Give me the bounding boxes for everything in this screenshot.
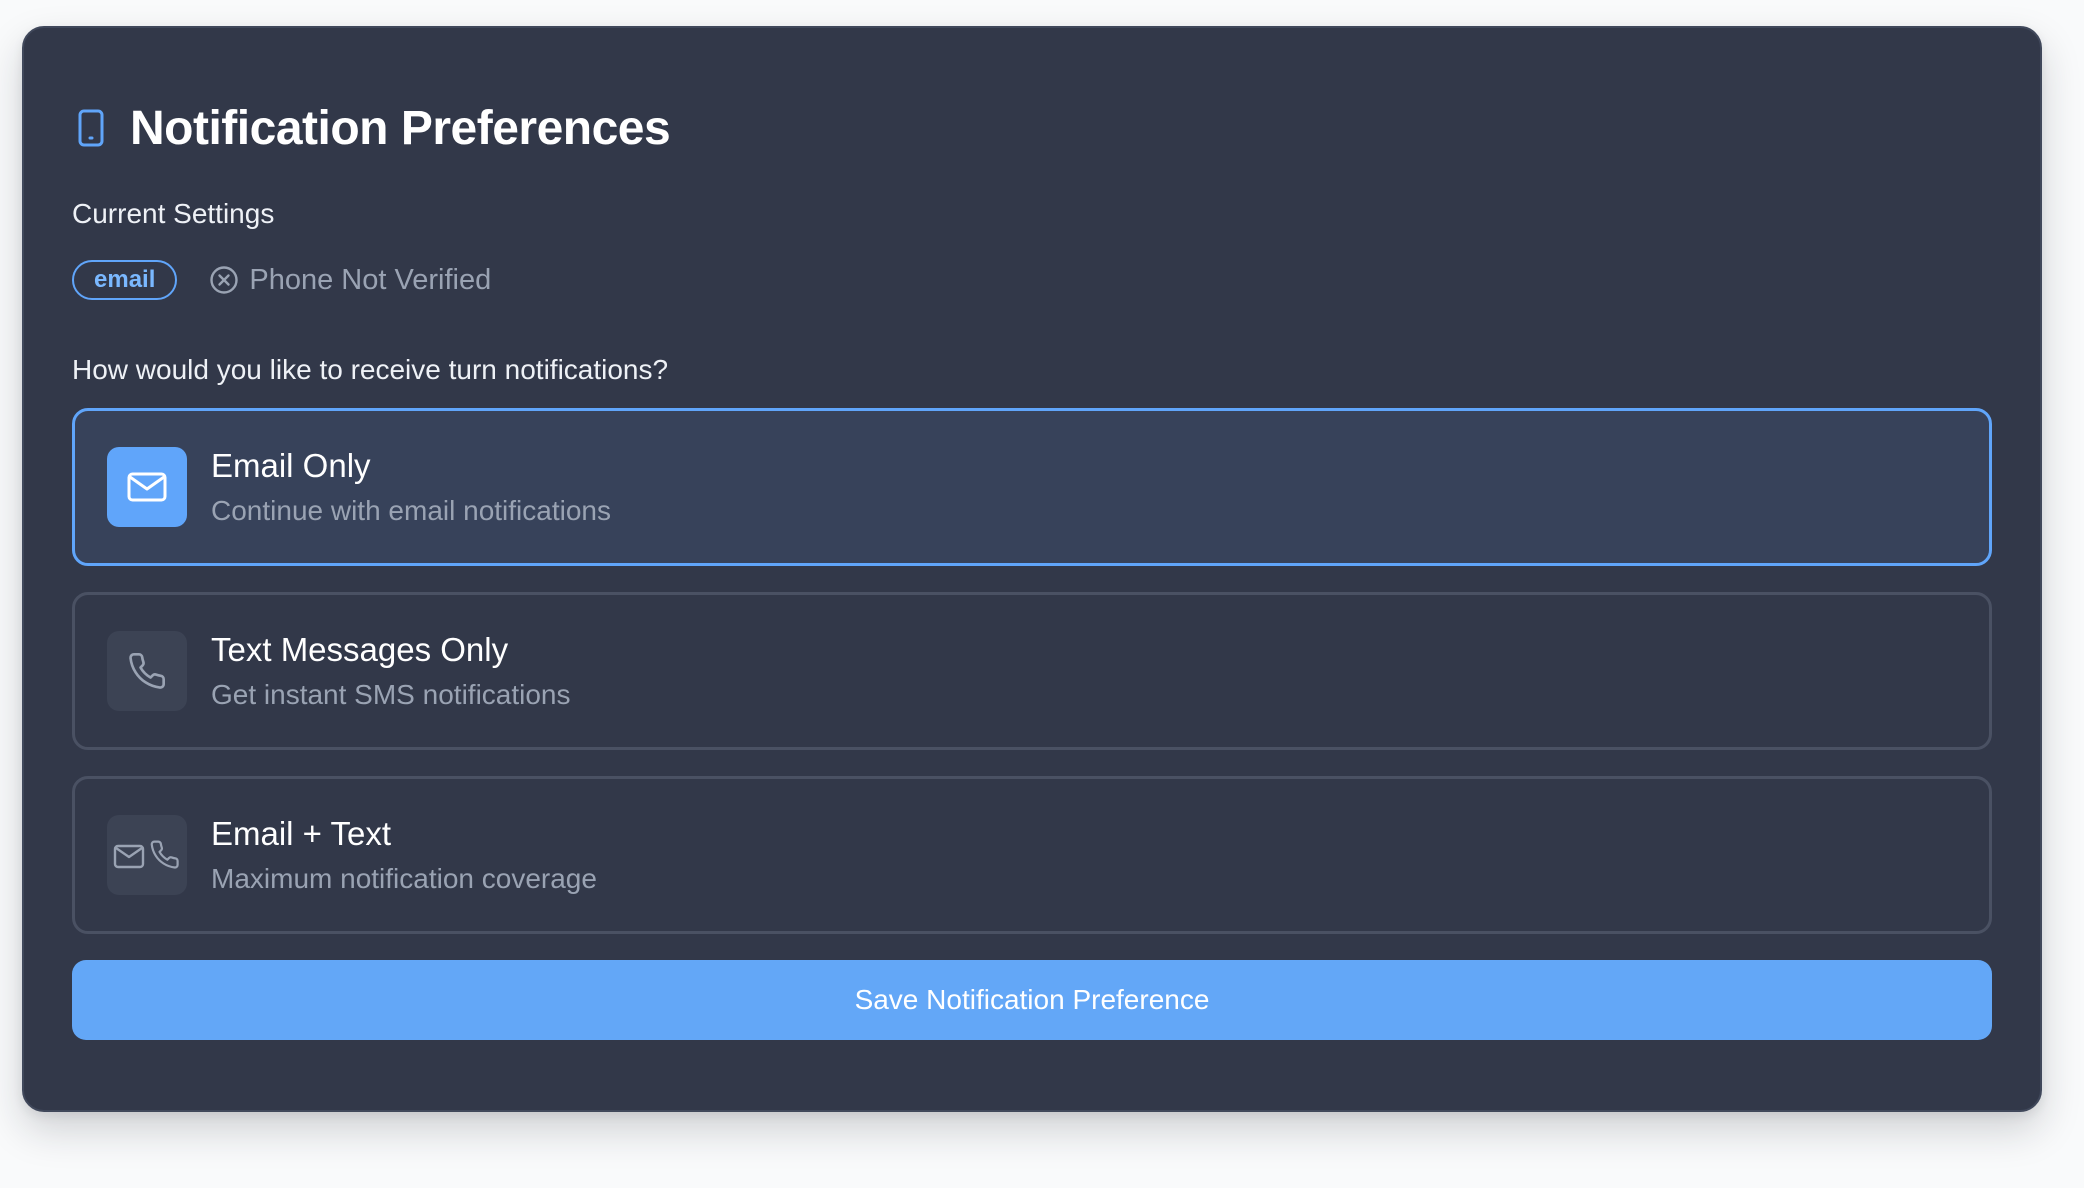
option-title: Email Only [211, 447, 371, 484]
smartphone-icon [72, 107, 110, 149]
phone-icon [107, 631, 187, 711]
email-badge: email [72, 260, 178, 300]
current-settings-label: Current Settings [72, 198, 275, 229]
option-text-messages-only[interactable]: Text Messages Only Get instant SMS notif… [72, 592, 1992, 750]
option-email-and-text[interactable]: Email + Text Maximum notification covera… [72, 776, 1992, 934]
phone-status: Phone Not Verified [209, 264, 491, 297]
mail-phone-icon [107, 815, 187, 895]
option-title: Text Messages Only [211, 631, 509, 668]
option-text: Text Messages Only Get instant SMS notif… [211, 631, 571, 711]
option-description: Continue with email notifications [211, 495, 611, 526]
phone-status-text: Phone Not Verified [249, 263, 492, 296]
title-row: Notification Preferences [72, 96, 1992, 160]
notification-options: Email Only Continue with email notificat… [72, 408, 1992, 934]
mail-icon [107, 447, 187, 527]
option-title: Email + Text [211, 815, 392, 852]
current-settings-row: email Phone Not Verified [72, 258, 1992, 302]
option-email-only[interactable]: Email Only Continue with email notificat… [72, 408, 1992, 566]
option-text: Email Only Continue with email notificat… [211, 447, 611, 527]
option-description: Get instant SMS notifications [211, 679, 571, 710]
notification-preferences-card: Notification Preferences Current Setting… [22, 26, 2042, 1112]
x-circle-icon [209, 265, 239, 295]
option-text: Email + Text Maximum notification covera… [211, 815, 597, 895]
save-notification-preference-button[interactable]: Save Notification Preference [72, 960, 1992, 1040]
option-description: Maximum notification coverage [211, 863, 597, 894]
notification-question: How would you like to receive turn notif… [72, 354, 669, 385]
page-title: Notification Preferences [130, 101, 671, 155]
